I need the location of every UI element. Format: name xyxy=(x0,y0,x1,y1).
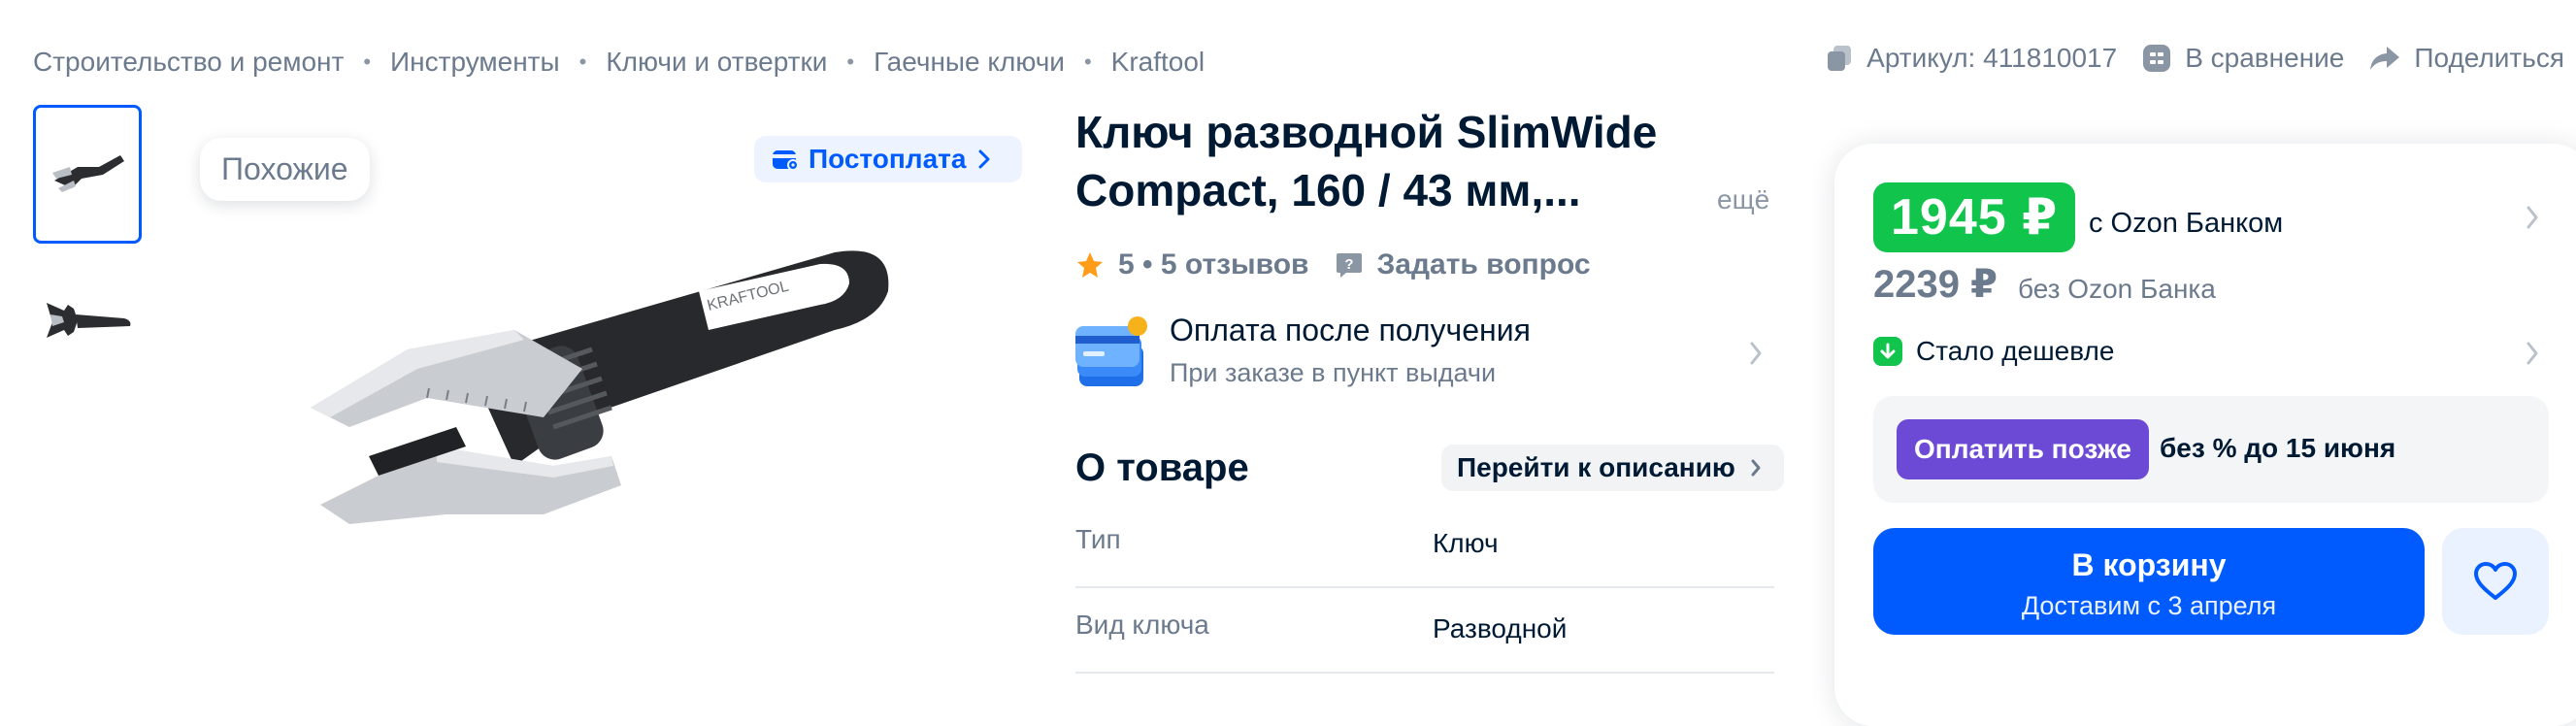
ask-question-label: Задать вопрос xyxy=(1376,248,1591,280)
compare-label: В сравнение xyxy=(2185,43,2345,73)
about-heading: О товаре xyxy=(1075,446,1249,489)
similar-label: Похожие xyxy=(221,151,348,186)
go-to-description-label: Перейти к описанию xyxy=(1457,452,1735,482)
pay-after-delivery[interactable]: Оплата после получения При заказе в пунк… xyxy=(1170,313,1531,388)
wrench-thumbnail-image xyxy=(47,302,131,338)
compare-button[interactable]: В сравнение xyxy=(2142,43,2344,74)
arrow-down-icon xyxy=(1873,337,1902,366)
chevron-right-icon[interactable] xyxy=(2524,340,2541,367)
spec-key: Вид ключа xyxy=(1075,610,1209,640)
pay-later-terms: без % до 15 июня xyxy=(2160,433,2396,463)
similar-button[interactable]: Похожие xyxy=(200,138,370,201)
spec-row: Вид ключа Разводной xyxy=(1075,588,1774,674)
ask-question-button[interactable]: ? Задать вопрос xyxy=(1335,248,1591,281)
breadcrumb-item[interactable]: Гаечные ключи xyxy=(874,47,1065,78)
chevron-right-icon xyxy=(978,149,990,169)
rating-reviews-link[interactable]: 5 • 5 отзывов xyxy=(1118,248,1309,281)
delivery-date: Доставим с 3 апреля xyxy=(2021,591,2277,620)
postpay-label: Постоплата xyxy=(809,144,967,174)
breadcrumb-item[interactable]: Строительство и ремонт xyxy=(33,47,344,78)
breadcrumb-item[interactable]: Kraftool xyxy=(1111,47,1205,78)
breadcrumb-item[interactable]: Инструменты xyxy=(390,47,560,78)
star-icon xyxy=(1077,252,1103,278)
chevron-right-icon[interactable] xyxy=(2524,204,2541,231)
product-actions: Артикул: 411810017 В сравнение Поделитьс… xyxy=(1800,43,2564,74)
spec-row: Тип Ключ xyxy=(1075,503,1774,588)
heart-icon xyxy=(2474,562,2517,600)
breadcrumb-separator: • xyxy=(846,50,855,74)
share-label: Поделиться xyxy=(2414,43,2564,73)
product-main-image[interactable]: KRAFTOOL xyxy=(291,233,912,548)
adjustable-wrench-image: KRAFTOOL xyxy=(311,250,889,524)
card-price: 1945 ₽ xyxy=(1891,189,2059,246)
pay-later-button-label: Оплатить позже xyxy=(1914,434,2131,464)
article-copy-button[interactable]: Артикул: 411810017 xyxy=(1826,43,2117,74)
card-price-badge[interactable]: 1945 ₽ xyxy=(1873,182,2076,252)
price-dropped-label: Стало дешевле xyxy=(1916,336,2115,366)
wallet-icon xyxy=(773,150,799,171)
regular-price-label: без Ozon Банка xyxy=(2018,274,2216,304)
payment-cards-icon xyxy=(1075,316,1153,395)
product-title: Ключ разводной SlimWide Compact, 160 / 4… xyxy=(1075,107,1658,215)
breadcrumb-separator: • xyxy=(578,50,587,74)
breadcrumb: Строительство и ремонт • Инструменты • К… xyxy=(33,47,1205,78)
article-copy-icon xyxy=(1828,46,1852,71)
wrench-thumbnail-image xyxy=(52,154,124,192)
question-icon: ? xyxy=(1336,253,1362,278)
breadcrumb-separator: • xyxy=(363,50,372,74)
card-price-label: с Ozon Банком xyxy=(2089,208,2284,239)
postpay-badge[interactable]: Постоплата xyxy=(754,136,1023,182)
pay-after-title: Оплата после получения xyxy=(1170,313,1531,347)
spec-value: Ключ xyxy=(1433,528,1499,558)
svg-text:?: ? xyxy=(1344,256,1353,273)
gallery-thumbnail-1[interactable] xyxy=(33,105,142,244)
add-to-cart-button[interactable]: В корзину Доставим с 3 апреля xyxy=(1873,528,2425,635)
share-button[interactable]: Поделиться xyxy=(2369,43,2564,74)
spec-key: Тип xyxy=(1075,524,1121,554)
title-more-link[interactable]: ещё xyxy=(1717,184,1769,215)
chevron-right-icon xyxy=(1751,459,1761,477)
favorite-button[interactable] xyxy=(2442,528,2549,635)
go-to-description-button[interactable]: Перейти к описанию xyxy=(1441,445,1784,491)
breadcrumb-item[interactable]: Ключи и отвертки xyxy=(606,47,827,78)
breadcrumb-separator: • xyxy=(1083,50,1092,74)
rating-row: 5 • 5 отзывов ? Задать вопрос xyxy=(1075,248,1591,281)
regular-price: 2239 ₽ xyxy=(1873,263,1998,306)
share-icon xyxy=(2370,47,2400,70)
pay-later-button[interactable]: Оплатить позже xyxy=(1897,419,2149,479)
chevron-right-icon xyxy=(1750,342,1762,365)
compare-icon xyxy=(2143,45,2171,72)
price-dropped-row[interactable]: Стало дешевле xyxy=(1873,336,2114,367)
add-to-cart-label: В корзину xyxy=(2071,547,2227,582)
gallery-thumbnail-2[interactable] xyxy=(33,252,142,391)
pay-after-subtitle: При заказе в пункт выдачи xyxy=(1170,358,1497,387)
article-number: Артикул: 411810017 xyxy=(1866,43,2118,73)
spec-value: Разводной xyxy=(1433,613,1568,644)
